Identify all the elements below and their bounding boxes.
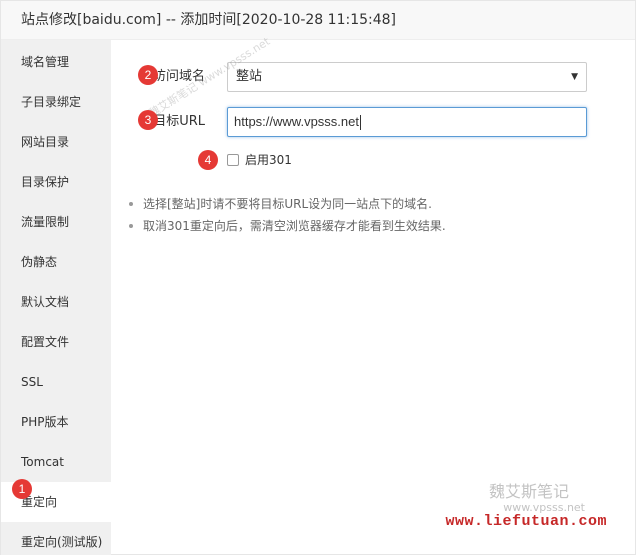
- help-notes: 选择[整站]时请不要将目标URL设为同一站点下的域名. 取消301重定向后，需清…: [125, 193, 446, 237]
- text-caret: [360, 115, 361, 131]
- sidebar-item-directory-protection[interactable]: 目录保护: [1, 162, 111, 202]
- target-url-label: 目标URL: [153, 114, 205, 129]
- step-badge-1: 1: [12, 479, 32, 499]
- sidebar-item-default-document[interactable]: 默认文档: [1, 282, 111, 322]
- sidebar-item-domain-management[interactable]: 域名管理: [1, 42, 111, 82]
- access-domain-selected-value: 整站: [236, 69, 263, 84]
- target-url-value: https://www.vpsss.net: [234, 114, 359, 129]
- chevron-down-icon: ▼: [571, 72, 578, 82]
- sidebar-item-config-file[interactable]: 配置文件: [1, 322, 111, 362]
- enable-301-checkbox[interactable]: [227, 153, 239, 166]
- sidebar-item-rewrite[interactable]: 伪静态: [1, 242, 111, 282]
- sidebar-item-tomcat[interactable]: Tomcat: [1, 442, 111, 482]
- step-badge-2: 2: [138, 65, 158, 85]
- sidebar-item-php-version[interactable]: PHP版本: [1, 402, 111, 442]
- site-edit-window: 站点修改[baidu.com] -- 添加时间[2020-10-28 11:15…: [0, 0, 636, 555]
- access-domain-select[interactable]: 整站 ▼: [227, 62, 587, 92]
- help-note: 取消301重定向后，需清空浏览器缓存才能看到生效结果.: [125, 215, 446, 237]
- access-domain-label: 访问域名: [152, 69, 205, 84]
- sidebar-item-traffic-limit[interactable]: 流量限制: [1, 202, 111, 242]
- target-url-row: 3 目标URL https://www.vpsss.net: [111, 107, 635, 137]
- step-badge-4: 4: [198, 150, 218, 170]
- enable-301-label: 启用301: [245, 153, 292, 167]
- sidebar-item-ssl[interactable]: SSL: [1, 362, 111, 402]
- window-title: 站点修改[baidu.com] -- 添加时间[2020-10-28 11:15…: [1, 1, 635, 40]
- access-domain-row: 2 访问域名 整站 ▼: [111, 62, 635, 92]
- enable-301-row[interactable]: 启用301: [227, 150, 292, 170]
- sidebar-item-site-directory[interactable]: 网站目录: [1, 122, 111, 162]
- target-url-input[interactable]: https://www.vpsss.net: [227, 107, 587, 137]
- step-badge-3: 3: [138, 110, 158, 130]
- sidebar-item-subdirectory-binding[interactable]: 子目录绑定: [1, 82, 111, 122]
- sidebar-list: 域名管理 子目录绑定 网站目录 目录保护 流量限制 伪静态 默认文档 配置文件 …: [1, 40, 111, 555]
- sidebar: 域名管理 子目录绑定 网站目录 目录保护 流量限制 伪静态 默认文档 配置文件 …: [1, 40, 111, 555]
- redirect-panel: 魏艾斯笔记 www.vpsss.net 2 访问域名 整站 ▼ 3 目标URL …: [111, 35, 635, 554]
- help-note: 选择[整站]时请不要将目标URL设为同一站点下的域名.: [125, 193, 446, 215]
- sidebar-item-redirect-beta[interactable]: 重定向(测试版): [1, 522, 111, 555]
